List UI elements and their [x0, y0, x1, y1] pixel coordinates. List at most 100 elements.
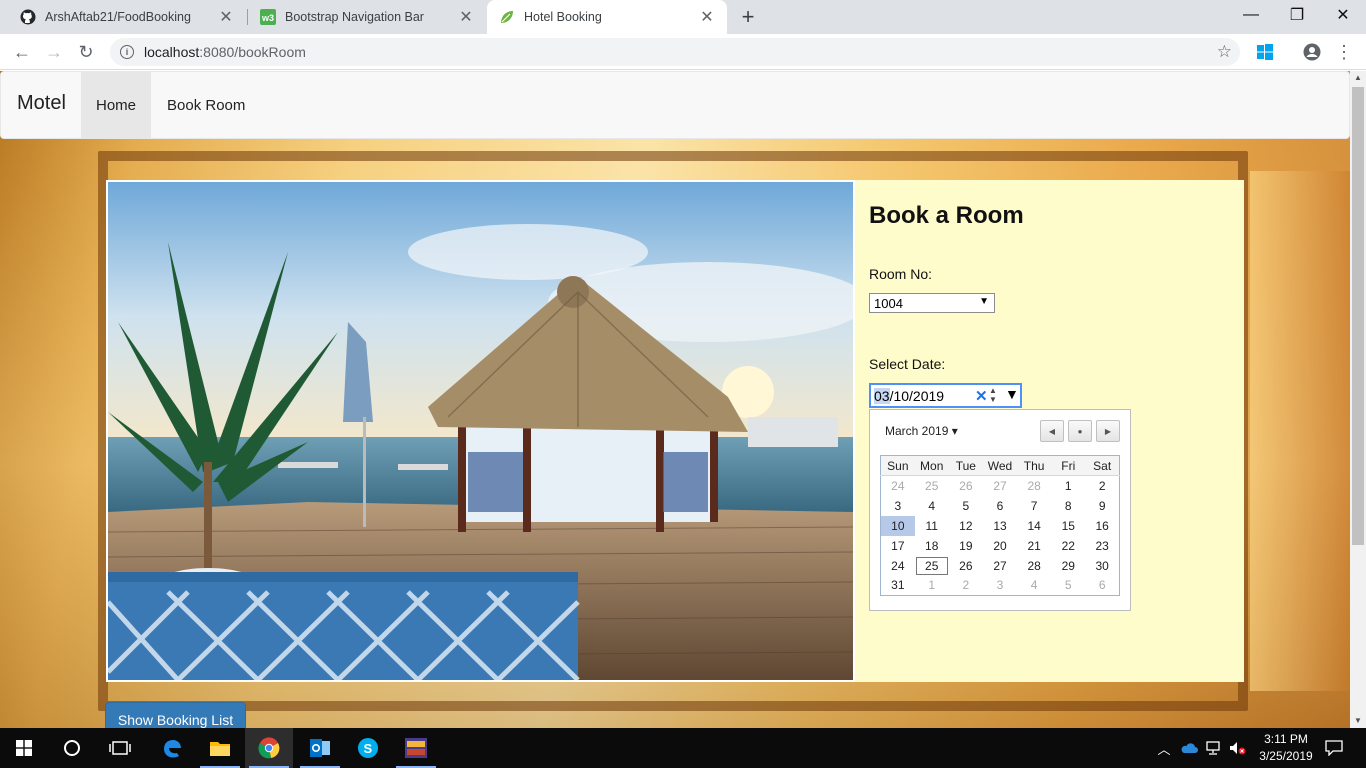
scroll-up-icon[interactable]: ▲ [1350, 71, 1366, 85]
calendar-day[interactable]: 16 [1085, 516, 1119, 536]
page-scrollbar[interactable]: ▲ ▼ [1350, 71, 1366, 728]
calendar-day[interactable]: 4 [1017, 576, 1051, 596]
date-input[interactable]: 03/10/2019 ✕ ▲ ▼ ▼ [869, 383, 1022, 408]
tab-hotel-booking[interactable]: Hotel Booking ✕ [487, 0, 727, 34]
calendar-day[interactable]: 20 [983, 536, 1017, 556]
calendar-day[interactable]: 26 [949, 476, 983, 496]
calendar-day[interactable]: 2 [949, 576, 983, 596]
edge-browser-icon[interactable] [148, 728, 196, 768]
calendar-day[interactable]: 30 [1085, 556, 1119, 576]
outlook-icon[interactable] [296, 728, 344, 768]
calendar-day[interactable]: 19 [949, 536, 983, 556]
calendar-day[interactable]: 29 [1051, 556, 1085, 576]
calendar-day[interactable]: 13 [983, 516, 1017, 536]
calendar-day[interactable]: 5 [949, 496, 983, 516]
chrome-browser-icon[interactable] [245, 728, 293, 768]
date-month-segment[interactable]: 03 [874, 387, 890, 404]
previous-month-icon[interactable]: ◀ [1040, 420, 1064, 442]
calendar-day[interactable]: 28 [1017, 556, 1051, 576]
windows-start-icon[interactable] [0, 728, 48, 768]
calendar-day[interactable]: 2 [1085, 476, 1119, 496]
navbar-brand[interactable]: Motel [17, 92, 66, 115]
month-year-selector[interactable]: March 2019 ▾ [885, 424, 958, 438]
nav-item-home[interactable]: Home [81, 72, 152, 138]
show-hidden-icons-icon[interactable]: ︿ [1156, 728, 1172, 768]
calendar-day[interactable]: 24 [881, 476, 915, 496]
close-tab-icon[interactable]: ✕ [699, 7, 715, 27]
minimize-icon[interactable]: — [1228, 0, 1274, 30]
room-number-select[interactable]: 1004 ▼ [869, 293, 995, 313]
calendar-day[interactable]: 12 [949, 516, 983, 536]
month-year-label: March 2019 [885, 424, 949, 438]
close-tab-icon[interactable]: ✕ [218, 7, 234, 27]
calendar-day[interactable]: 27 [983, 476, 1017, 496]
date-rest-segment[interactable]: /10/2019 [890, 388, 945, 404]
calendar-day[interactable]: 31 [881, 576, 915, 596]
windows-extension-icon[interactable] [1253, 40, 1277, 64]
next-month-icon[interactable]: ▶ [1096, 420, 1120, 442]
scrollbar-thumb[interactable] [1352, 87, 1364, 545]
tab-foodbooking[interactable]: ArshAftab21/FoodBooking ✕ [8, 0, 246, 34]
file-explorer-icon[interactable] [196, 728, 244, 768]
calendar-day[interactable]: 11 [915, 516, 949, 536]
back-arrow-icon[interactable]: ← [10, 40, 34, 64]
clear-date-icon[interactable]: ✕ [975, 387, 988, 405]
svg-text:S: S [364, 741, 373, 756]
spring-leaf-icon [499, 9, 515, 25]
calendar-day[interactable]: 23 [1085, 536, 1119, 556]
network-icon[interactable] [1204, 728, 1224, 768]
calendar-day[interactable]: 25 [915, 476, 949, 496]
calendar-day[interactable]: 26 [949, 556, 983, 576]
calendar-day[interactable]: 27 [983, 556, 1017, 576]
bookmark-star-icon[interactable]: ☆ [1217, 42, 1232, 62]
calendar-day[interactable]: 14 [1017, 516, 1051, 536]
dev-c-ide-icon[interactable] [392, 728, 440, 768]
calendar-day[interactable]: 6 [983, 496, 1017, 516]
forward-arrow-icon[interactable]: → [42, 40, 66, 64]
close-tab-icon[interactable]: ✕ [458, 7, 474, 27]
tab-bootstrap-navbar[interactable]: w3 Bootstrap Navigation Bar ✕ [248, 0, 486, 34]
calendar-day[interactable]: 22 [1051, 536, 1085, 556]
scroll-down-icon[interactable]: ▼ [1350, 714, 1366, 728]
calendar-day[interactable]: 9 [1085, 496, 1119, 516]
calendar-day[interactable]: 4 [915, 496, 949, 516]
calendar-day[interactable]: 24 [881, 556, 915, 576]
calendar-day[interactable]: 17 [881, 536, 915, 556]
calendar-day[interactable]: 7 [1017, 496, 1051, 516]
calendar-day[interactable]: 28 [1017, 476, 1051, 496]
calendar-dropdown-icon[interactable]: ▼ [1005, 386, 1019, 402]
restore-icon[interactable]: ❐ [1274, 0, 1320, 30]
info-icon[interactable]: i [120, 45, 134, 59]
show-booking-list-button[interactable]: Show Booking List [105, 702, 246, 728]
calendar-day[interactable]: 3 [983, 576, 1017, 596]
reload-icon[interactable]: ↻ [74, 40, 98, 64]
calendar-day[interactable]: 1 [915, 576, 949, 596]
onedrive-cloud-icon[interactable] [1179, 728, 1199, 768]
today-dot-icon[interactable]: ● [1068, 420, 1092, 442]
task-view-icon[interactable] [96, 728, 144, 768]
calendar-day[interactable]: 15 [1051, 516, 1085, 536]
date-spinner-icon[interactable]: ▲ ▼ [989, 386, 997, 404]
skype-icon[interactable]: S [344, 728, 392, 768]
menu-kebab-icon[interactable]: ⋮ [1332, 40, 1356, 64]
cortana-search-icon[interactable] [48, 728, 96, 768]
address-bar[interactable]: i localhost:8080/bookRoom ☆ [110, 38, 1240, 66]
site-navbar: Motel Home Book Room [0, 71, 1350, 139]
profile-avatar-icon[interactable] [1300, 40, 1324, 64]
calendar-day[interactable]: 5 [1051, 576, 1085, 596]
calendar-day-selected[interactable]: 10 [880, 515, 915, 536]
calendar-day[interactable]: 6 [1085, 576, 1119, 596]
close-window-icon[interactable]: ✕ [1320, 0, 1366, 30]
calendar-day[interactable]: 18 [915, 536, 949, 556]
calendar-day-today[interactable]: 25 [915, 556, 949, 576]
calendar-day[interactable]: 1 [1051, 476, 1085, 496]
clock-date: 3/25/2019 [1259, 749, 1313, 763]
calendar-day[interactable]: 3 [881, 496, 915, 516]
action-center-icon[interactable] [1322, 728, 1346, 768]
nav-item-book-room[interactable]: Book Room [152, 72, 260, 138]
taskbar-clock[interactable]: 3:11 PM 3/25/2019 [1254, 731, 1318, 765]
calendar-day[interactable]: 21 [1017, 536, 1051, 556]
new-tab-icon[interactable]: + [738, 4, 758, 30]
calendar-day[interactable]: 8 [1051, 496, 1085, 516]
volume-muted-icon[interactable] [1228, 728, 1248, 768]
